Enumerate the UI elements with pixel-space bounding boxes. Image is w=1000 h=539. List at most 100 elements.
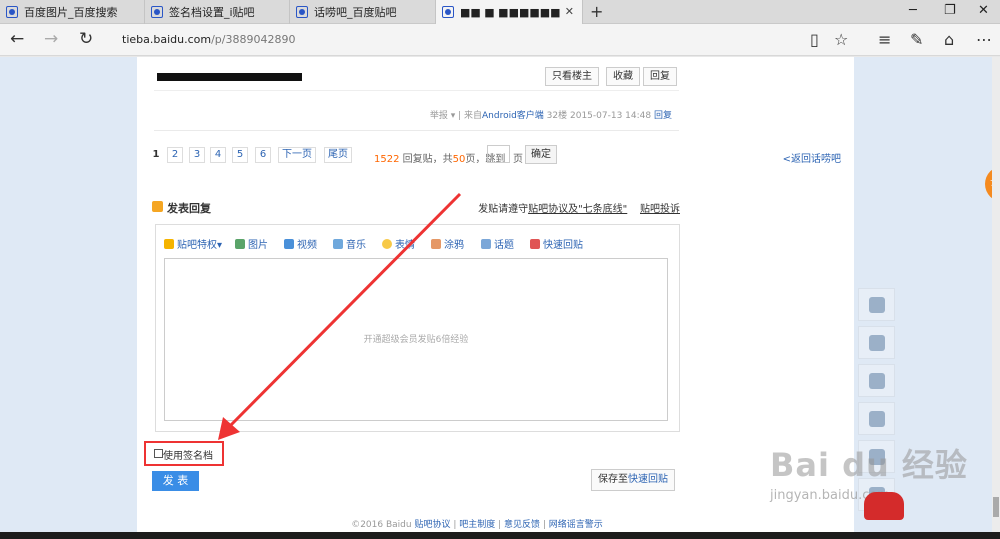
reply-placeholder: 开通超级会员发贴6倍经验	[363, 335, 469, 345]
reply-pencil-icon	[152, 201, 163, 212]
reply-textarea[interactable]: 开通超级会员发贴6倍经验	[164, 258, 668, 421]
toolbar-privilege[interactable]: 贴吧特权▾	[164, 236, 222, 251]
reply-top-button[interactable]: 回复	[643, 67, 677, 86]
reply-summary: 1522 回复贴，共50页，跳到	[374, 150, 505, 165]
toolbar-image[interactable]: 图片	[235, 236, 268, 251]
pagination: 1 2 3 4 5 6 下一页 尾页 1522 回复贴，共50页，跳到 页 确定…	[151, 145, 841, 167]
favorite-button[interactable]: 收藏	[606, 67, 640, 86]
emoji-icon	[382, 239, 392, 249]
url-path: /p/3889042890	[211, 33, 296, 46]
tab-baidu-image[interactable]: 百度图片_百度搜索	[0, 0, 145, 24]
toolbar-music[interactable]: 音乐	[333, 236, 366, 251]
reply-count: 1522	[374, 154, 400, 165]
tool-label: 表情	[395, 240, 415, 251]
page-jump-input[interactable]	[487, 145, 510, 163]
sidebar-heart-button[interactable]	[858, 402, 895, 435]
share-icon[interactable]: ⌂	[944, 30, 954, 49]
footer-link[interactable]: 意见反馈	[504, 520, 540, 530]
bear-icon	[869, 335, 885, 351]
page-link-2[interactable]: 2	[167, 147, 183, 163]
tab-label: 签名档设置_i贴吧	[169, 6, 255, 19]
url-field[interactable]: tieba.baidu.com/p/3889042890	[122, 33, 295, 46]
toolbar-topic[interactable]: 话题	[481, 236, 514, 251]
toolbar-emoji[interactable]: 表情	[382, 236, 415, 251]
page-total: 50	[452, 154, 466, 165]
refresh-icon[interactable]: ↻	[79, 29, 93, 49]
minimize-button[interactable]: ─	[909, 3, 917, 18]
heart-icon	[869, 411, 885, 427]
crown-icon	[164, 239, 174, 249]
more-icon[interactable]: ⋯	[976, 30, 992, 49]
back-arrow-icon[interactable]: ←	[10, 29, 24, 49]
save-quick-reply-button[interactable]: 保存至快速回贴	[591, 469, 675, 491]
footer-link[interactable]: 网络谣言警示	[549, 520, 603, 530]
last-page-link[interactable]: 尾页	[324, 147, 352, 163]
scroll-thumb[interactable]	[993, 497, 999, 517]
new-tab-button[interactable]: +	[590, 2, 603, 21]
image-icon	[235, 239, 245, 249]
forward-arrow-icon[interactable]: →	[44, 29, 58, 49]
tab-current-post[interactable]: ■■ ■ ■■■■■■ ✕	[436, 0, 583, 24]
only-op-button[interactable]: 只看楼主	[545, 67, 599, 86]
tool-label: 贴吧特权▾	[177, 240, 223, 251]
back-to-bar-link[interactable]: <返回话唠吧	[783, 150, 841, 165]
tool-label: 话题	[494, 240, 514, 251]
reading-view-icon[interactable]: ▯	[810, 30, 819, 49]
page-scrollbar[interactable]	[992, 57, 1000, 532]
signature-highlight: 使用签名档	[144, 441, 224, 466]
tool-label: 视频	[297, 240, 317, 251]
redacted-username	[157, 73, 302, 81]
tieba-favicon-icon	[442, 6, 454, 18]
tab-label: ■■ ■ ■■■■■■	[460, 5, 561, 19]
tab-hualao-bar[interactable]: 话唠吧_百度贴吧	[290, 0, 436, 24]
client-link[interactable]: Android客户端	[482, 111, 544, 121]
next-page-link[interactable]: 下一页	[278, 147, 316, 163]
save-link: 快速回贴	[628, 474, 668, 485]
report-link[interactable]: 举报	[430, 111, 448, 121]
hub-menu-icon[interactable]: ≡	[878, 30, 891, 49]
topic-icon	[481, 239, 491, 249]
toolbar-video[interactable]: 视频	[284, 236, 317, 251]
close-window-button[interactable]: ✕	[978, 3, 989, 18]
toolbar-doodle[interactable]: 涂鸦	[431, 236, 464, 251]
url-domain: tieba.baidu.com	[122, 33, 212, 46]
rules-prefix: 发贴请遵守	[478, 204, 529, 215]
tieba-favicon-icon	[151, 6, 163, 18]
tool-label: 图片	[248, 240, 268, 251]
page-jump-button[interactable]: 确定	[525, 145, 557, 164]
publish-button[interactable]: 发 表	[152, 471, 199, 491]
rules-link[interactable]: 贴吧协议及"七条底线"	[528, 204, 627, 215]
page-unit-label: 页	[513, 154, 523, 165]
signature-label[interactable]: 使用签名档	[163, 447, 213, 462]
footer-link[interactable]: 吧主制度	[459, 520, 495, 530]
footer-link[interactable]: 贴吧协议	[414, 520, 450, 530]
complain-link[interactable]: 贴吧投诉	[640, 204, 680, 215]
sidebar-share-button[interactable]	[858, 364, 895, 397]
page-link-6[interactable]: 6	[255, 147, 271, 163]
toolbar-quick-reply[interactable]: 快速回贴	[530, 236, 583, 251]
quick-reply-icon	[530, 239, 540, 249]
floor-number: 32楼	[546, 111, 568, 121]
page-link-4[interactable]: 4	[210, 147, 226, 163]
web-note-icon[interactable]: ✎	[910, 30, 923, 49]
sidebar-hat-button[interactable]	[858, 288, 895, 321]
sidebar-bear-button[interactable]	[858, 326, 895, 359]
signature-checkbox[interactable]	[154, 449, 163, 458]
favorite-star-icon[interactable]: ☆	[834, 30, 848, 49]
page-link-3[interactable]: 3	[189, 147, 205, 163]
tab-label: 百度图片_百度搜索	[24, 6, 118, 19]
tool-label: 快速回贴	[543, 240, 583, 251]
tieba-favicon-icon	[296, 6, 308, 18]
reply-rules-note: 发贴请遵守贴吧协议及"七条底线" 贴吧投诉	[478, 200, 680, 215]
music-icon	[333, 239, 343, 249]
mascot-icon	[864, 492, 904, 520]
baidu-favicon-icon	[6, 6, 18, 18]
post-meta-line: 举报 ▾ | 来自Android客户端 32楼 2015-07-13 14:48…	[429, 111, 672, 121]
tab-signature-settings[interactable]: 签名档设置_i贴吧	[145, 0, 290, 24]
tab-close-icon[interactable]: ✕	[565, 5, 574, 18]
reply-link[interactable]: 回复	[654, 111, 672, 121]
page-link-5[interactable]: 5	[232, 147, 248, 163]
restore-button[interactable]: ❐	[944, 3, 956, 18]
save-prefix: 保存至	[598, 474, 628, 485]
tool-label: 音乐	[346, 240, 366, 251]
